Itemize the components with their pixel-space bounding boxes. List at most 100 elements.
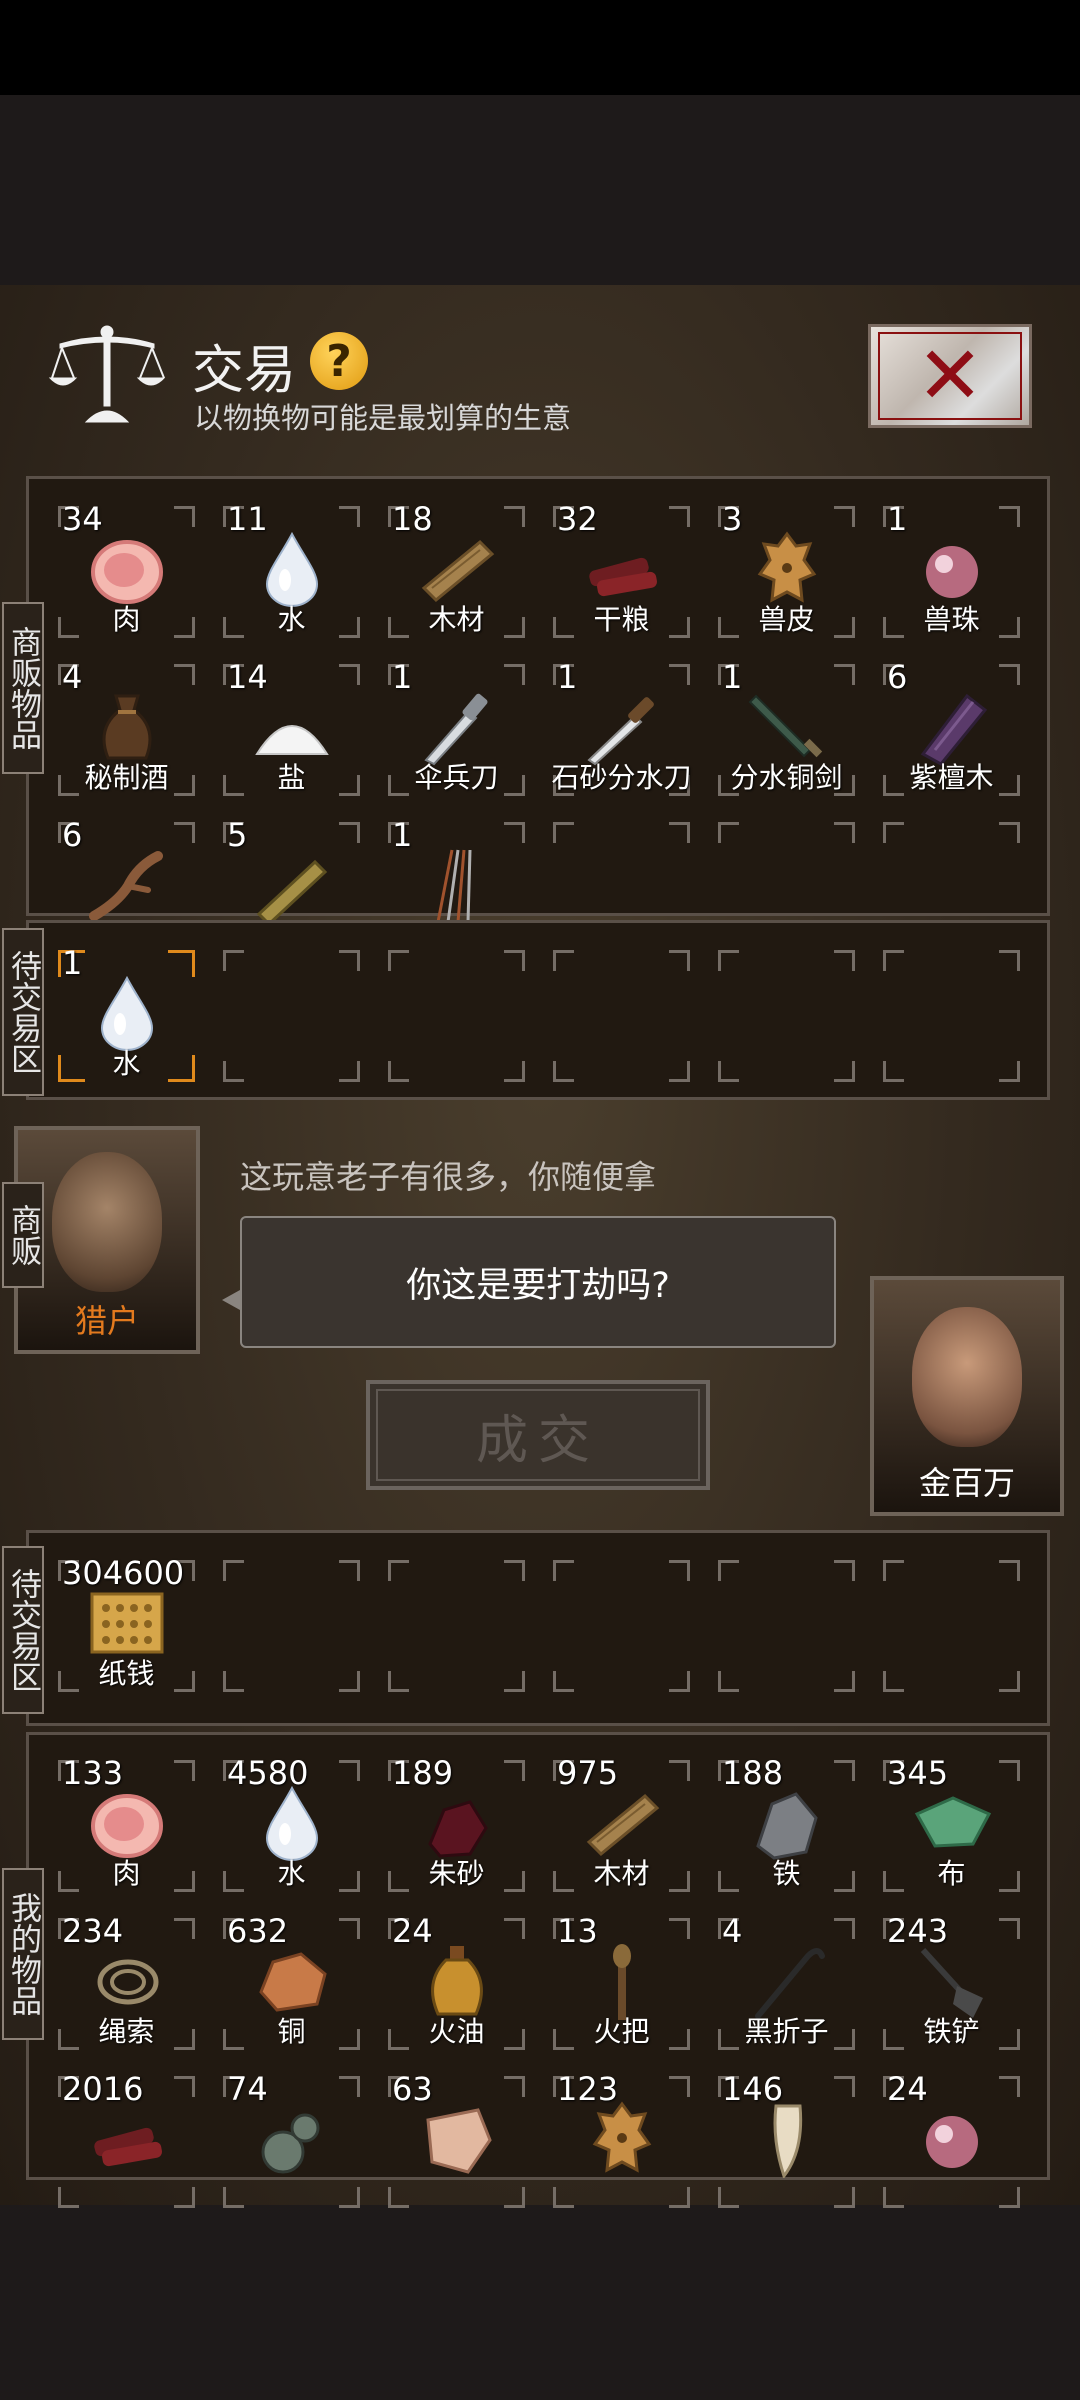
inventory-slot[interactable]: 74 <box>209 2064 374 2222</box>
slot-corner <box>553 950 574 971</box>
close-button[interactable]: ✕ <box>868 324 1032 428</box>
inventory-slot[interactable]: 14 盐 <box>209 652 374 810</box>
slot-corner <box>999 1918 1020 1939</box>
inventory-slot[interactable] <box>539 938 704 1096</box>
inventory-slot[interactable]: 133 肉 <box>44 1748 209 1906</box>
item-quantity: 4580 <box>227 1754 309 1792</box>
inventory-slot[interactable]: 11 水 <box>209 494 374 652</box>
inventory-slot[interactable]: 4580 水 <box>209 1748 374 1906</box>
slot-corner <box>999 506 1020 527</box>
inventory-slot[interactable]: 304600 纸钱 <box>44 1548 209 1706</box>
slot-corner <box>339 1671 360 1692</box>
inventory-slot[interactable]: 32 干粮 <box>539 494 704 652</box>
item-quantity: 18 <box>392 500 433 538</box>
crowbar-icon <box>748 1942 826 2020</box>
inventory-slot[interactable]: 4 黑折子 <box>704 1906 869 2064</box>
player-face-avatar <box>912 1307 1022 1448</box>
item-quantity: 34 <box>62 500 103 538</box>
inventory-slot[interactable] <box>539 1548 704 1706</box>
slot-corner <box>504 1918 525 1939</box>
item-name: 水 <box>112 1047 141 1080</box>
shovel-icon <box>913 1942 991 2020</box>
item-quantity: 975 <box>557 1754 619 1792</box>
slot-corner <box>388 2187 409 2208</box>
inventory-slot[interactable]: 1 石砂分水刀 <box>539 652 704 810</box>
slot-corner <box>553 822 574 843</box>
inventory-slot[interactable]: 2016 <box>44 2064 209 2222</box>
inventory-slot[interactable]: 123 <box>539 2064 704 2222</box>
merchant-label: 商贩 <box>2 1182 44 1288</box>
slot-corner <box>669 2076 690 2097</box>
inventory-slot[interactable] <box>374 1548 539 1706</box>
slot-corner <box>339 1918 360 1939</box>
slot-corner <box>174 1918 195 1939</box>
slot-corner <box>883 1061 904 1082</box>
inventory-slot[interactable] <box>704 938 869 1096</box>
inventory-slot[interactable]: 632 铜 <box>209 1906 374 2064</box>
item-name: 黑折子 <box>744 2015 829 2048</box>
inventory-slot[interactable] <box>374 938 539 1096</box>
slot-corner <box>999 2187 1020 2208</box>
item-name: 肉 <box>112 603 141 636</box>
inventory-slot[interactable]: 1 伞兵刀 <box>374 652 539 810</box>
slot-corner <box>834 1560 855 1581</box>
inventory-slot[interactable]: 4 秘制酒 <box>44 652 209 810</box>
player-portrait: 金百万 <box>870 1276 1064 1516</box>
inventory-slot[interactable]: 13 火把 <box>539 1906 704 2064</box>
item-quantity: 1 <box>392 658 413 696</box>
item-quantity: 32 <box>557 500 598 538</box>
slot-corner <box>388 1560 409 1581</box>
slot-corner <box>999 1560 1020 1581</box>
inventory-slot[interactable]: 24 <box>869 2064 1034 2222</box>
slot-corner <box>504 2076 525 2097</box>
pearl-icon <box>913 530 991 608</box>
slot-corner <box>223 1560 244 1581</box>
inventory-slot[interactable]: 34 肉 <box>44 494 209 652</box>
inventory-slot[interactable]: 234 绳索 <box>44 1906 209 2064</box>
pending-bottom-label: 待交易区 <box>2 1546 44 1714</box>
inventory-slot[interactable]: 146 <box>704 2064 869 2222</box>
hide-scrap-icon <box>418 2100 496 2178</box>
inventory-slot[interactable]: 1 分水铜剑 <box>704 652 869 810</box>
oil-bottle-icon <box>418 1942 496 2020</box>
slot-corner <box>718 822 739 843</box>
slot-corner <box>223 1671 244 1692</box>
inventory-slot[interactable]: 189 朱砂 <box>374 1748 539 1906</box>
deal-button[interactable]: 成交 <box>366 1380 710 1490</box>
item-quantity: 345 <box>887 1754 949 1792</box>
slot-corner <box>339 822 360 843</box>
slot-corner <box>834 1671 855 1692</box>
inventory-slot[interactable]: 345 布 <box>869 1748 1034 1906</box>
slot-corner <box>504 506 525 527</box>
slot-corner <box>834 1061 855 1082</box>
slot-corner <box>718 2187 739 2208</box>
item-quantity: 74 <box>227 2070 268 2108</box>
slot-corner <box>669 1760 690 1781</box>
inventory-slot[interactable]: 188 铁 <box>704 1748 869 1906</box>
dried-food-icon <box>583 530 661 608</box>
slot-corner <box>504 1061 525 1082</box>
inventory-slot[interactable] <box>869 1548 1034 1706</box>
inventory-slot[interactable]: 3 兽皮 <box>704 494 869 652</box>
inventory-slot[interactable] <box>704 1548 869 1706</box>
slot-corner <box>504 1760 525 1781</box>
slot-corner <box>553 1671 574 1692</box>
inventory-slot[interactable]: 63 <box>374 2064 539 2222</box>
inventory-slot[interactable] <box>209 1548 374 1706</box>
inventory-slot[interactable]: 1 兽珠 <box>869 494 1034 652</box>
inventory-slot[interactable]: 975 木材 <box>539 1748 704 1906</box>
inventory-slot[interactable]: 24 火油 <box>374 1906 539 2064</box>
item-quantity: 304600 <box>62 1554 185 1592</box>
slot-corner <box>669 1560 690 1581</box>
inventory-slot[interactable] <box>209 938 374 1096</box>
inventory-slot[interactable]: 1水 <box>44 938 209 1096</box>
inventory-slot[interactable]: 243 铁铲 <box>869 1906 1034 2064</box>
help-icon[interactable]: ? <box>310 332 368 390</box>
bamboo-plank-icon <box>253 846 331 924</box>
slot-corner <box>834 1918 855 1939</box>
inventory-slot[interactable] <box>869 938 1034 1096</box>
cloth-icon <box>913 1784 991 1862</box>
inventory-slot[interactable]: 6 紫檀木 <box>869 652 1034 810</box>
inventory-slot[interactable]: 18 木材 <box>374 494 539 652</box>
bottom-backdrop <box>0 2205 1080 2400</box>
